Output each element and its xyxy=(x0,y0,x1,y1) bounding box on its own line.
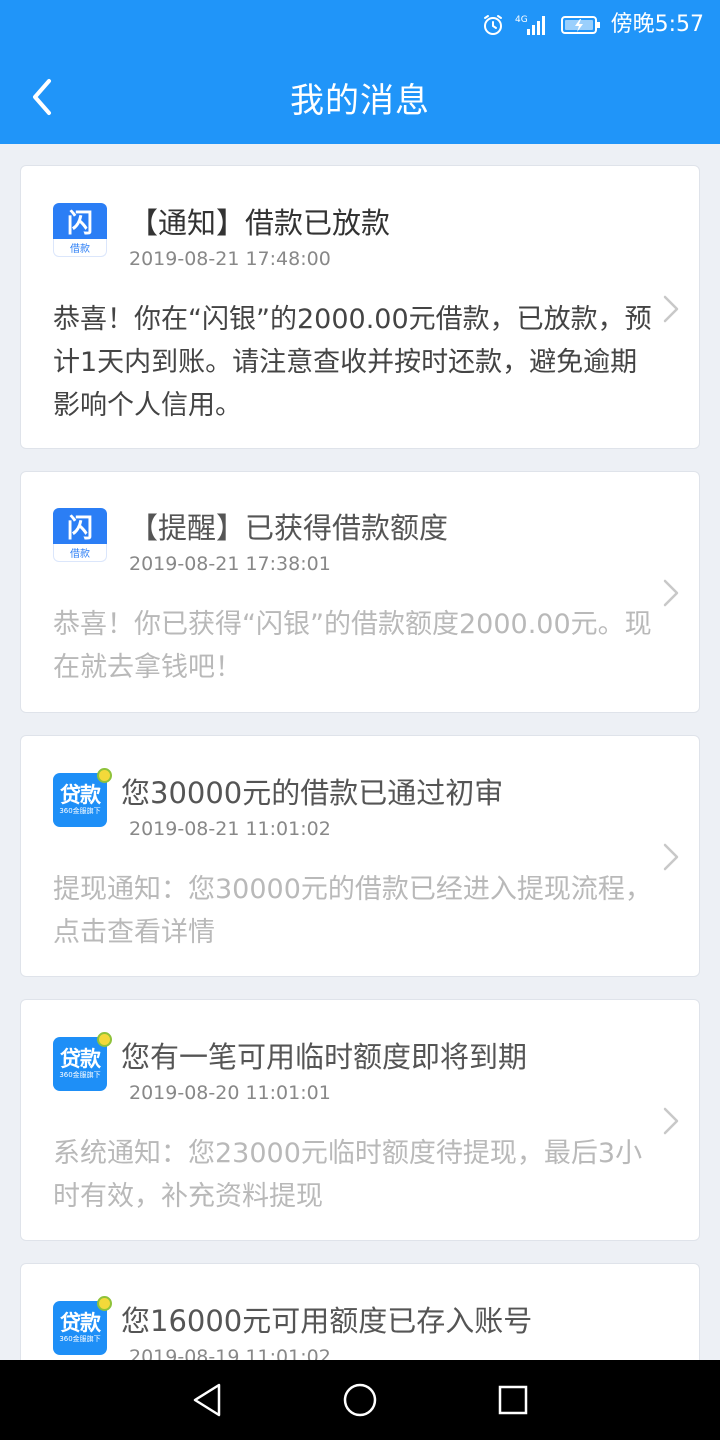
nav-back-button[interactable] xyxy=(185,1378,229,1422)
recents-square-icon xyxy=(499,1385,528,1415)
signal-icon: 4G xyxy=(515,13,551,37)
message-body: 提现通知：您30000元的借款已经进入提现流程，点击查看详情 xyxy=(53,874,652,948)
status-bar: 4G 傍晚5:57 xyxy=(0,0,720,50)
logo-sub: 360金服旗下 xyxy=(59,807,101,815)
daikuan-logo-icon: 贷款 360金服旗下 xyxy=(53,1032,112,1091)
message-time: 2019-08-20 11:01:01 xyxy=(129,1082,331,1104)
logo-sub: 借款 xyxy=(53,544,107,562)
logo-char: 闪 xyxy=(53,508,107,544)
shan-loan-logo-icon: 闪 借款 xyxy=(53,508,107,562)
app-header: 我的消息 xyxy=(0,50,720,144)
message-card[interactable]: 贷款 360金服旗下 您有一笔可用临时额度即将到期 2019-08-20 11:… xyxy=(20,999,700,1241)
message-time: 2019-08-19 11:01:02 xyxy=(129,1346,331,1360)
logo-char: 闪 xyxy=(53,203,107,239)
message-body: 恭喜！你已获得“闪银”的借款额度2000.00元。现在就去拿钱吧！ xyxy=(53,609,652,683)
message-list[interactable]: 闪 借款 【通知】借款已放款 2019-08-21 17:48:00 恭喜！你在… xyxy=(0,144,720,1360)
message-time: 2019-08-21 17:38:01 xyxy=(129,553,331,575)
message-body: 恭喜！你在“闪银”的2000.00元借款，已放款，预计1天内到账。请注意查收并按… xyxy=(53,304,652,421)
message-card[interactable]: 闪 借款 【提醒】已获得借款额度 2019-08-21 17:38:01 恭喜！… xyxy=(20,471,700,713)
logo-sub: 360金服旗下 xyxy=(59,1335,101,1343)
logo-char: 贷款 xyxy=(60,1311,101,1335)
message-time: 2019-08-21 17:48:00 xyxy=(129,248,331,270)
message-title: 【提醒】已获得借款额度 xyxy=(129,511,449,545)
logo-badge-icon xyxy=(97,1032,112,1047)
logo-sub: 借款 xyxy=(53,239,107,257)
message-card[interactable]: 贷款 360金服旗下 您16000元可用额度已存入账号 2019-08-19 1… xyxy=(20,1263,700,1360)
page-title: 我的消息 xyxy=(290,80,430,121)
screen: 4G 傍晚5:57 我的消息 闪 借款 【通知】借款已放款 2019-08-21… xyxy=(0,0,720,1440)
logo-sub: 360金服旗下 xyxy=(59,1071,101,1079)
chevron-right-icon xyxy=(663,843,679,871)
chevron-right-icon xyxy=(663,295,679,323)
chevron-right-icon xyxy=(663,579,679,607)
daikuan-logo-icon: 贷款 360金服旗下 xyxy=(53,768,112,827)
network-type-label: 4G xyxy=(515,15,528,25)
message-title: 【通知】借款已放款 xyxy=(129,206,391,240)
back-triangle-icon xyxy=(193,1383,220,1417)
message-title: 您30000元的借款已通过初审 xyxy=(121,776,504,810)
logo-badge-icon xyxy=(97,1296,112,1311)
chevron-right-icon xyxy=(663,1107,679,1135)
message-card[interactable]: 贷款 360金服旗下 您30000元的借款已通过初审 2019-08-21 11… xyxy=(20,735,700,977)
logo-char: 贷款 xyxy=(60,1047,101,1071)
nav-recents-button[interactable] xyxy=(491,1378,535,1422)
battery-charging-icon xyxy=(560,14,601,36)
message-body: 系统通知：您23000元临时额度待提现，最后3小时有效，补充资料提现 xyxy=(53,1138,643,1212)
daikuan-logo-icon: 贷款 360金服旗下 xyxy=(53,1296,112,1355)
shan-loan-logo-icon: 闪 借款 xyxy=(53,203,107,257)
home-circle-icon xyxy=(343,1383,377,1417)
message-card[interactable]: 闪 借款 【通知】借款已放款 2019-08-21 17:48:00 恭喜！你在… xyxy=(20,165,700,449)
nav-home-button[interactable] xyxy=(338,1378,382,1422)
system-nav-bar xyxy=(0,1360,720,1440)
message-time: 2019-08-21 11:01:02 xyxy=(129,818,331,840)
alarm-icon xyxy=(481,13,505,37)
chevron-left-icon xyxy=(33,79,51,115)
message-title: 您有一笔可用临时额度即将到期 xyxy=(121,1040,528,1074)
logo-badge-icon xyxy=(97,768,112,783)
back-button[interactable] xyxy=(22,77,62,117)
status-time: 傍晚5:57 xyxy=(610,12,704,37)
message-title: 您16000元可用额度已存入账号 xyxy=(121,1304,533,1338)
logo-char: 贷款 xyxy=(60,783,101,807)
